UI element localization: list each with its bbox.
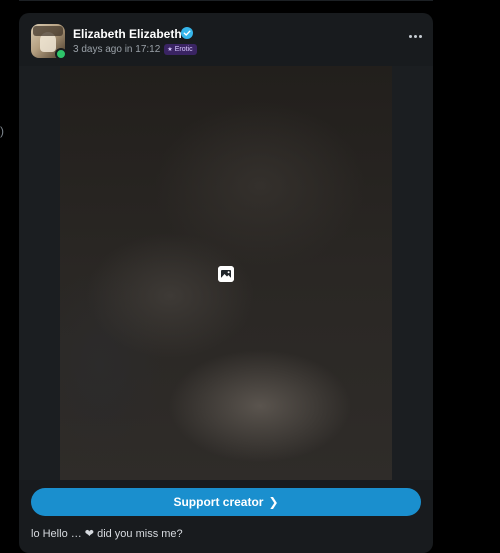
online-status-dot	[55, 48, 67, 60]
post-meta: 3 days ago in 17:12 ★ Erotic	[73, 44, 197, 55]
author-avatar[interactable]	[31, 24, 67, 60]
more-options-button[interactable]	[405, 30, 425, 42]
more-dot	[418, 34, 422, 38]
support-creator-button[interactable]: Support creator ❯	[31, 488, 421, 516]
category-badge[interactable]: ★ Erotic	[164, 44, 197, 55]
sidebar-fragment: )	[0, 124, 4, 138]
post-timestamp: 3 days ago in 17:12	[73, 44, 161, 55]
star-icon: ★	[167, 47, 173, 53]
verified-check-icon	[181, 27, 193, 39]
support-button-label: Support creator	[173, 495, 264, 509]
chevron-right-icon: ❯	[268, 495, 279, 509]
top-divider	[19, 0, 433, 1]
post-caption: lo Hello … ❤ did you miss me?	[31, 528, 183, 540]
more-dots-icon	[408, 34, 412, 38]
post-header: Elizabeth Elizabeth 3 days ago in 17:12 …	[19, 13, 433, 66]
image-icon	[218, 266, 234, 282]
more-dot	[413, 34, 417, 38]
post-card: Elizabeth Elizabeth 3 days ago in 17:12 …	[19, 13, 433, 553]
post-media[interactable]	[19, 66, 433, 480]
author-name[interactable]: Elizabeth Elizabeth	[73, 27, 182, 41]
category-label: Erotic	[174, 46, 193, 53]
